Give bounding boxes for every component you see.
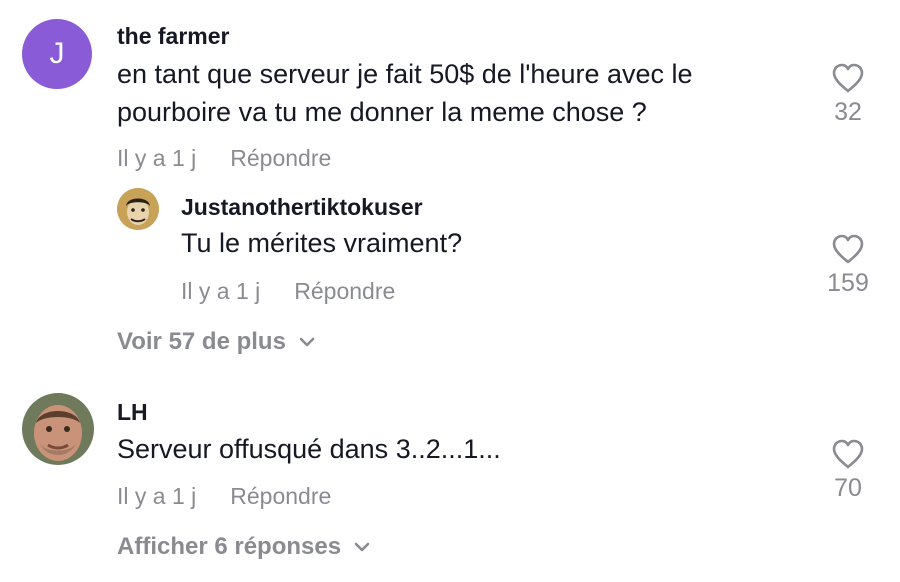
view-replies-button[interactable]: Afficher 6 réponses (117, 533, 371, 561)
reply-button[interactable]: Répondre (230, 145, 331, 171)
comment-meta: Il y a 1 j Répondre (117, 483, 331, 510)
view-replies-label: Afficher 6 réponses (117, 533, 342, 560)
avatar-portrait-icon (117, 188, 159, 230)
like-button[interactable]: 32 (818, 62, 878, 127)
comment-username[interactable]: Justanothertiktokuser (181, 194, 423, 221)
heart-outline-icon (832, 439, 864, 469)
comment-text-line-1: en tant que serveur je fait 50$ de l'heu… (117, 59, 693, 89)
comment-text-line-2: pourboire va tu me donner la meme chose … (117, 97, 647, 127)
like-count: 32 (834, 98, 862, 126)
chevron-down-icon (299, 337, 315, 347)
comment-the-farmer: J the farmer en tant que serveur je fait… (0, 0, 900, 180)
comment-timestamp: Il y a 1 j (117, 145, 197, 171)
comment-text-line-1: Serveur offusqué dans 3..2...1... (117, 434, 501, 464)
heart-outline-icon (832, 234, 864, 264)
chevron-down-icon (354, 542, 370, 552)
comment-meta: Il y a 1 j Répondre (181, 278, 395, 305)
view-more-replies-button[interactable]: Voir 57 de plus (117, 328, 316, 356)
comment-meta: Il y a 1 j Répondre (117, 145, 331, 172)
like-button[interactable]: 159 (818, 233, 878, 298)
comment-username[interactable]: the farmer (117, 23, 229, 50)
avatar[interactable] (22, 393, 94, 465)
comment-timestamp: Il y a 1 j (181, 278, 261, 304)
avatar[interactable]: J (22, 19, 92, 89)
comment-username[interactable]: LH (117, 399, 148, 426)
avatar-photo-icon (22, 393, 94, 465)
reply-button[interactable]: Répondre (294, 278, 395, 304)
reply-button[interactable]: Répondre (230, 483, 331, 509)
reply-comment-justanothertiktokuser: Justanothertiktokuser Tu le mérites vrai… (0, 180, 900, 320)
like-count: 70 (834, 474, 862, 502)
like-count: 159 (827, 269, 869, 297)
comment-lh: LH Serveur offusqué dans 3..2...1... Il … (0, 385, 900, 535)
like-button[interactable]: 70 (818, 438, 878, 503)
comment-text-line-1: Tu le mérites vraiment? (181, 228, 463, 258)
heart-outline-icon (832, 63, 864, 93)
comment-timestamp: Il y a 1 j (117, 483, 197, 509)
view-more-label: Voir 57 de plus (117, 328, 286, 355)
avatar[interactable] (117, 188, 159, 230)
